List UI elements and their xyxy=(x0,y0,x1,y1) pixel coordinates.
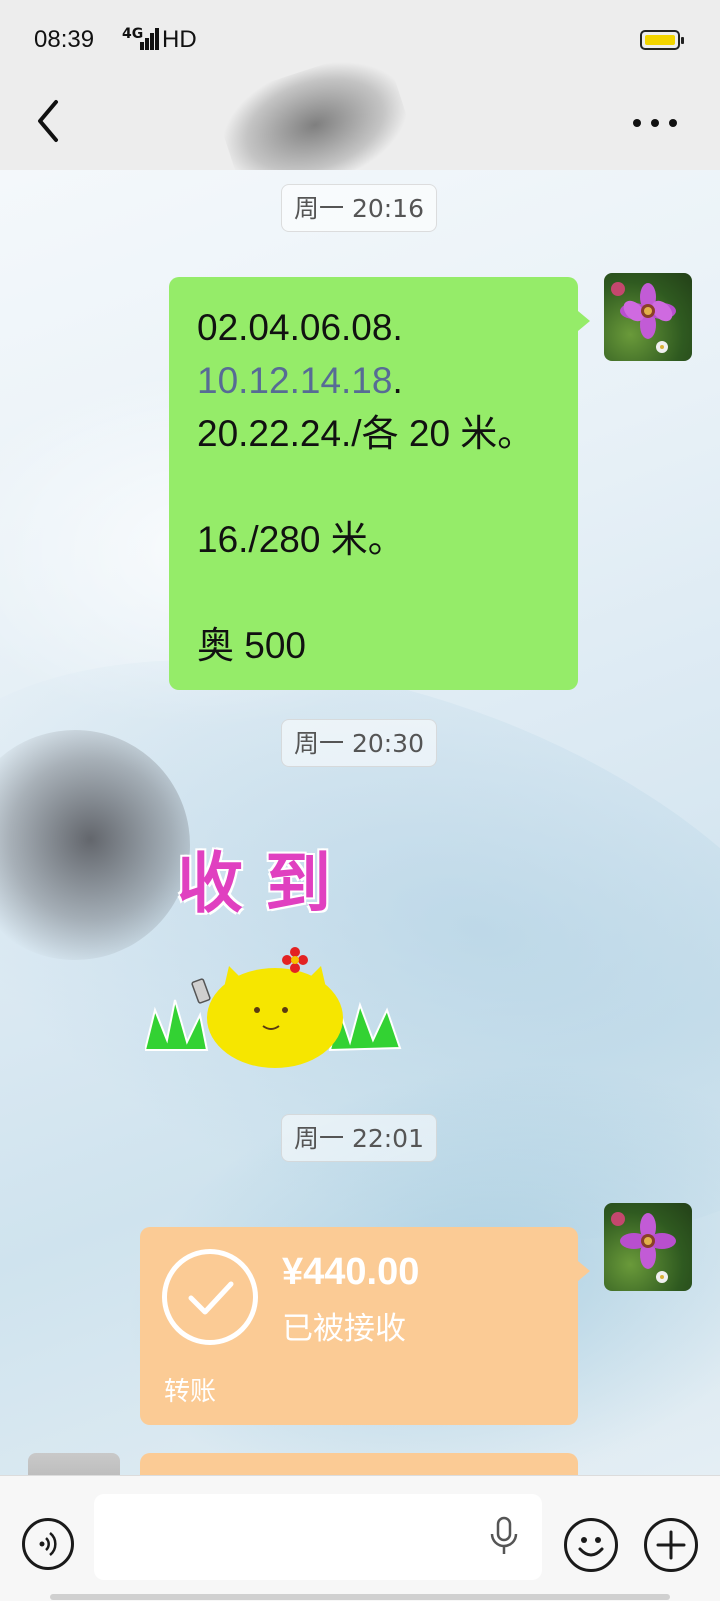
timestamp: 周一 22:01 xyxy=(281,1114,437,1162)
sticker-text: 收到 xyxy=(177,844,353,922)
home-indicator xyxy=(50,1594,670,1600)
check-icon xyxy=(162,1249,258,1345)
message-line: 奥 500 xyxy=(197,625,307,666)
signal-icon xyxy=(140,28,159,50)
message-line: 16./280 米。 xyxy=(197,519,405,560)
message-line: 20.22.24./各 20 米。 xyxy=(197,413,535,454)
avatar[interactable] xyxy=(604,1203,692,1291)
avatar[interactable] xyxy=(28,1453,120,1475)
transfer-label: 转账 xyxy=(164,1377,217,1407)
transfer-message[interactable] xyxy=(140,1453,578,1475)
transfer-status: 已被接收 xyxy=(282,1311,406,1347)
chat-area[interactable]: 周一 20:16 02.04.06.08. 10.12.14.18. 20.22… xyxy=(0,170,720,1475)
text-message-bubble[interactable]: 02.04.06.08. 10.12.14.18. 20.22.24./各 20… xyxy=(169,277,590,690)
microphone-icon[interactable] xyxy=(486,1516,522,1558)
chevron-left-icon[interactable] xyxy=(30,96,70,146)
sticker-message[interactable]: 收到 xyxy=(145,830,415,1070)
flower-photo-icon xyxy=(611,1212,676,1283)
input-bar xyxy=(0,1475,720,1601)
chat-header xyxy=(0,44,720,206)
message-line: 02.04.06.08. xyxy=(197,307,403,348)
more-dots-icon[interactable] xyxy=(630,108,680,138)
phone-number-link[interactable]: 10.12.14.18 xyxy=(197,360,392,401)
hd-label: HD xyxy=(162,26,197,53)
plus-icon[interactable] xyxy=(644,1518,698,1572)
status-time: 08:39 xyxy=(34,26,95,53)
message-line: 10.12.14.18. xyxy=(197,360,403,401)
timestamp: 周一 20:16 xyxy=(281,184,437,232)
flower-photo-icon xyxy=(611,282,676,353)
battery-icon xyxy=(640,30,684,50)
transfer-message[interactable]: ¥440.00 已被接收 转账 xyxy=(140,1227,590,1425)
timestamp: 周一 20:30 xyxy=(281,719,437,767)
message-input[interactable] xyxy=(94,1494,542,1580)
chick-sticker-icon xyxy=(145,947,402,1068)
avatar[interactable] xyxy=(604,273,692,361)
transfer-amount: ¥440.00 xyxy=(282,1251,420,1293)
emoji-icon[interactable] xyxy=(564,1518,618,1572)
voice-icon[interactable] xyxy=(22,1518,74,1570)
